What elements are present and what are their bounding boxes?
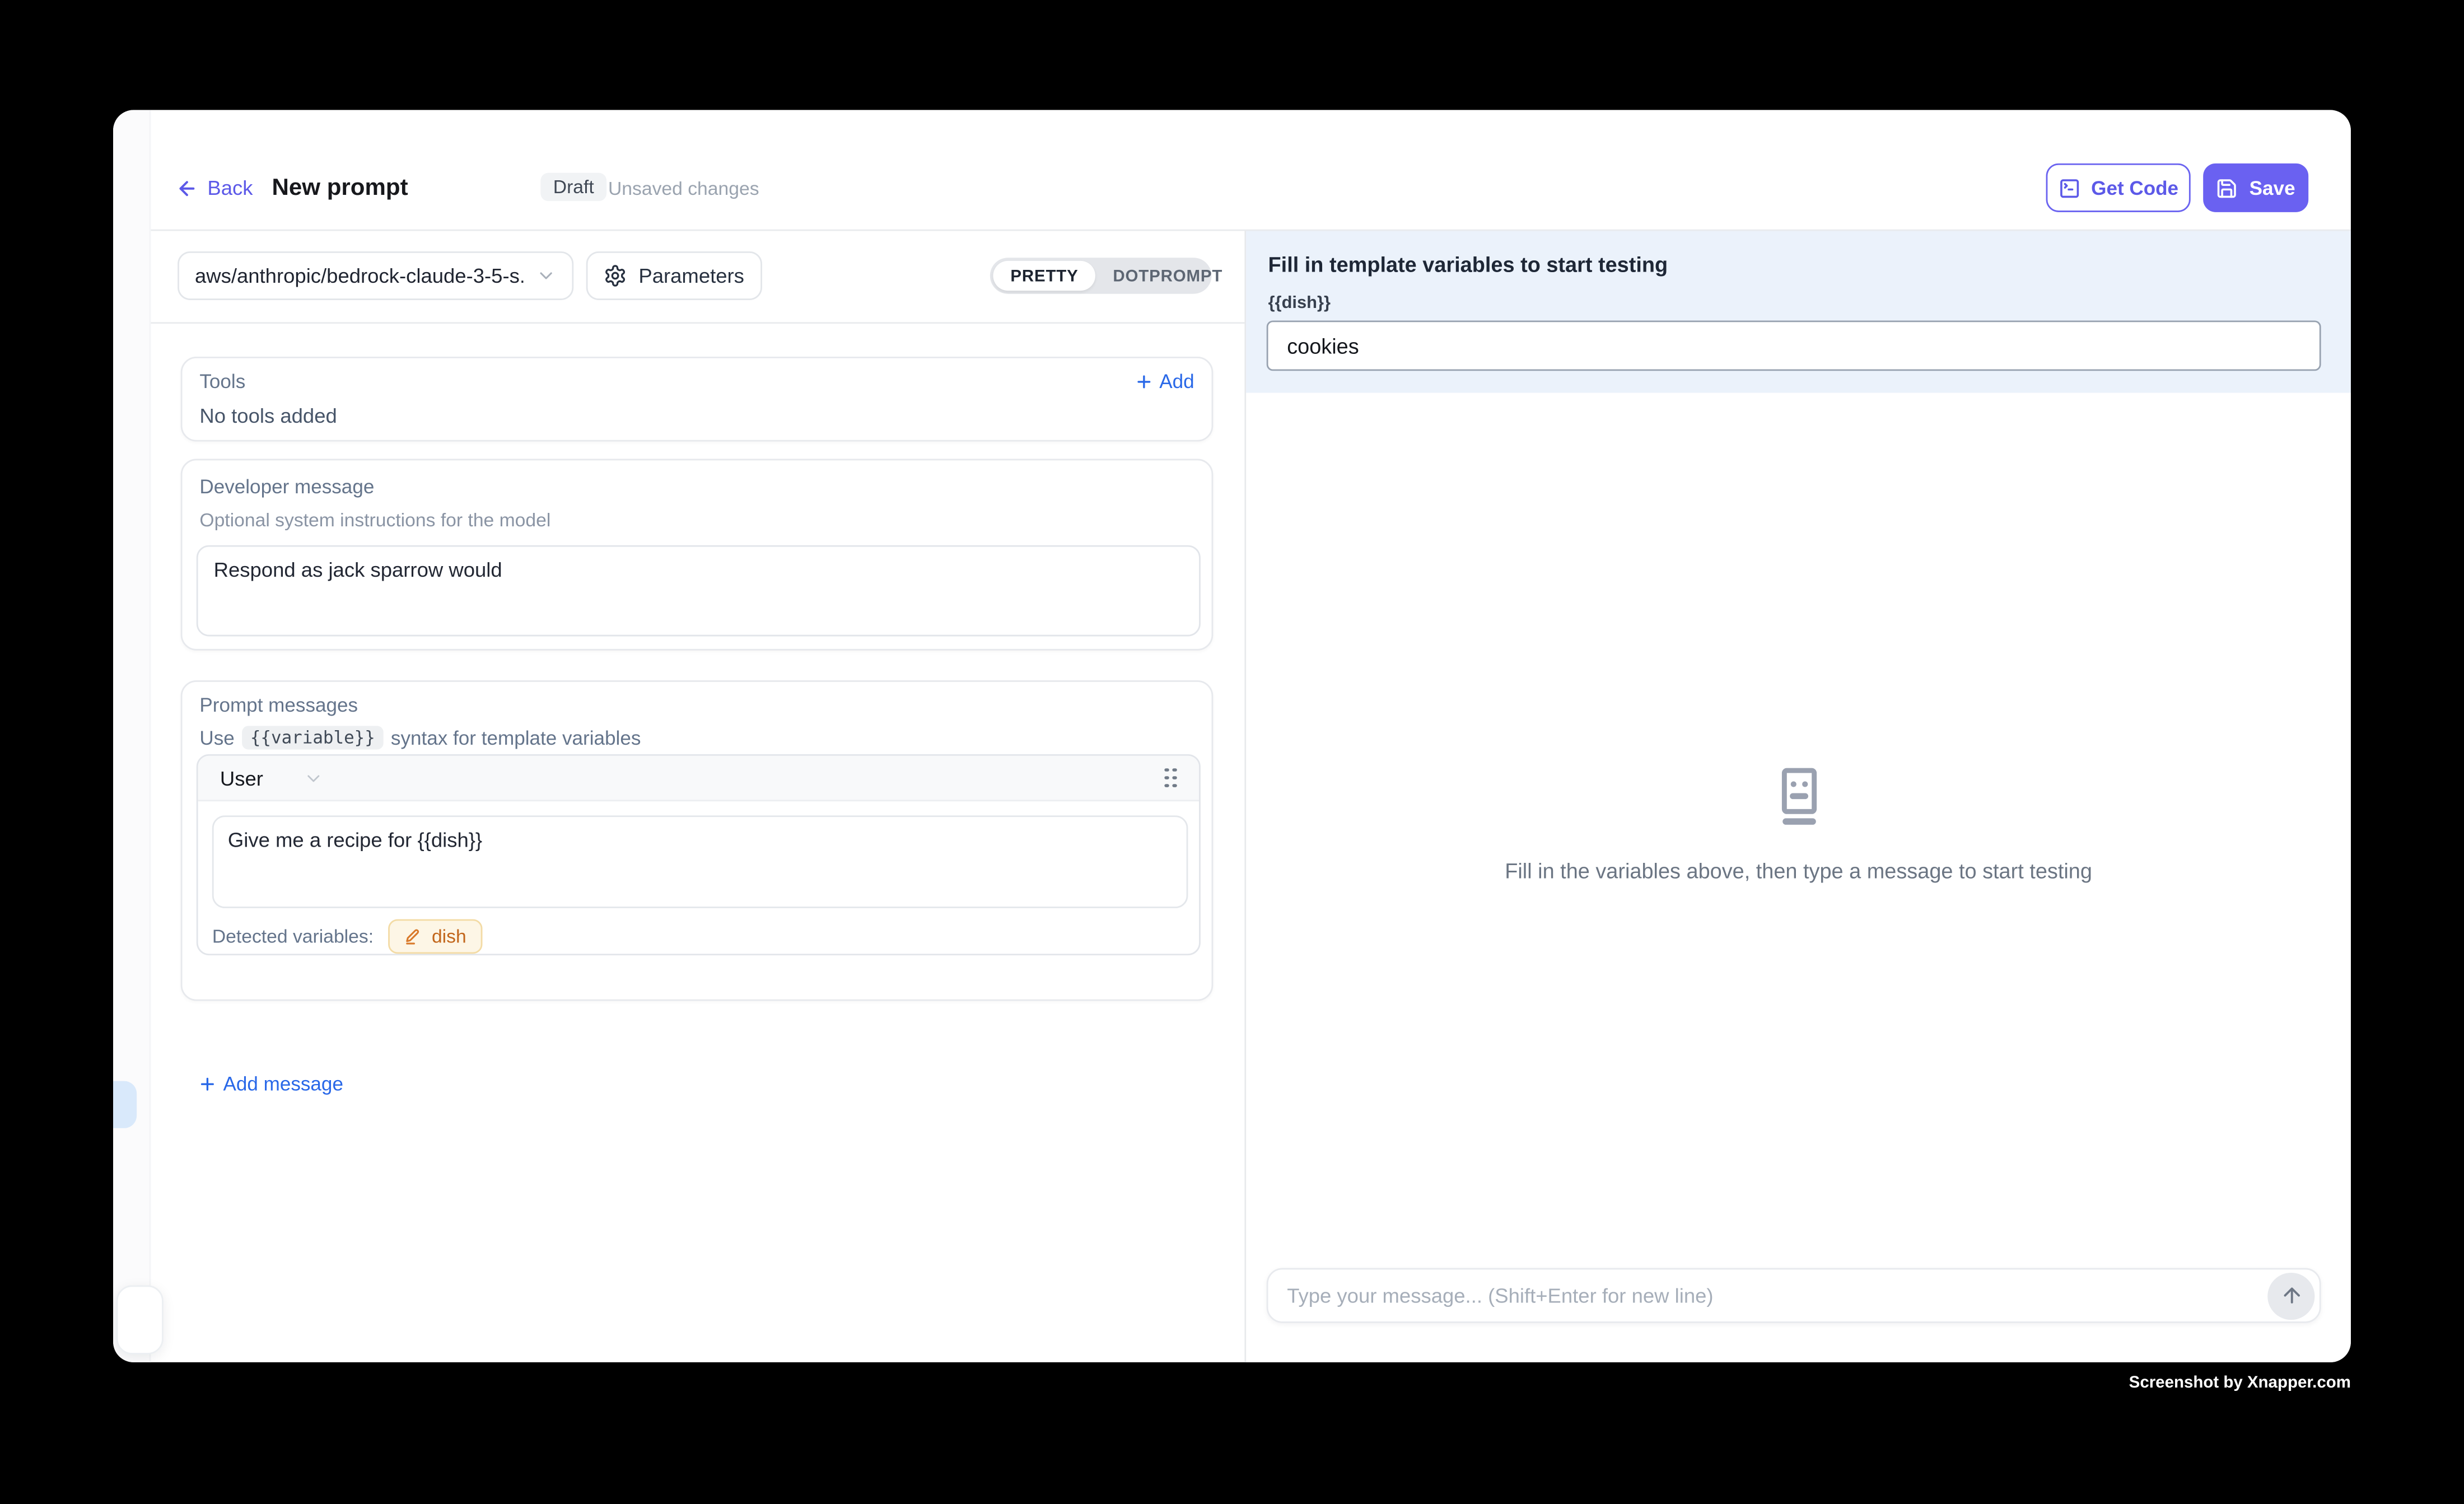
variable-syntax-chip: {{variable}}: [242, 726, 383, 749]
chevron-down-icon: [536, 265, 556, 286]
toggle-dotprompt[interactable]: DOTPROMPT: [1096, 261, 1240, 291]
chat-message-bar: [1267, 1268, 2321, 1323]
developer-message-textarea[interactable]: Respond as jack sparrow would: [197, 545, 1201, 637]
dish-variable-input[interactable]: [1267, 320, 2321, 371]
model-selector[interactable]: aws/anthropic/bedrock-claude-3-5-s...: [178, 251, 573, 300]
developer-message-card: Developer message Optional system instru…: [181, 459, 1214, 650]
robot-face-icon: [1768, 767, 1828, 826]
chat-empty-text: Fill in the variables above, then type a…: [1505, 860, 2092, 883]
save-button[interactable]: Save: [2203, 164, 2308, 212]
hint-prefix: Use: [199, 727, 234, 749]
back-label: Back: [207, 176, 253, 199]
model-selector-value: aws/anthropic/bedrock-claude-3-5-s...: [195, 264, 523, 287]
role-selector[interactable]: User: [220, 766, 324, 790]
screenshot-stage: Back New prompt Draft Unsaved changes Ge…: [0, 0, 2464, 1504]
save-icon: [2216, 177, 2238, 199]
detected-variables-label: Detected variables:: [212, 926, 374, 947]
add-tool-button[interactable]: Add: [1134, 371, 1194, 393]
toolbar-divider: [151, 322, 1244, 324]
dish-variable-label: {{dish}}: [1268, 294, 1331, 313]
hint-suffix: syntax for template variables: [391, 727, 641, 749]
prompt-messages-card: Prompt messages Use {{variable}} syntax …: [181, 680, 1214, 1001]
variable-chip-label: dish: [432, 926, 466, 947]
drag-handle-icon[interactable]: [1164, 768, 1177, 788]
edit-pencil-icon: [403, 927, 422, 946]
message-header: User: [198, 756, 1199, 801]
send-button[interactable]: [2267, 1272, 2314, 1319]
add-message-button[interactable]: Add message: [198, 1073, 343, 1095]
test-panel-heading: Fill in template variables to start test…: [1268, 253, 1668, 277]
chat-test-area: Fill in the variables above, then type a…: [1246, 393, 2351, 1362]
template-variables-panel: Fill in template variables to start test…: [1246, 231, 2351, 393]
arrow-left-icon: [176, 177, 198, 199]
sidebar-popover-card: [116, 1285, 164, 1354]
detected-variables-row: Detected variables: dish: [212, 919, 482, 954]
toggle-pretty[interactable]: PRETTY: [993, 261, 1095, 291]
unsaved-changes-text: Unsaved changes: [608, 178, 759, 199]
save-label: Save: [2250, 177, 2295, 199]
plus-icon: [198, 1075, 217, 1094]
collapsed-sidebar: [113, 110, 151, 1362]
developer-card-title: Developer message: [199, 476, 1194, 498]
developer-card-subtitle: Optional system instructions for the mod…: [199, 509, 1194, 531]
template-syntax-hint: Use {{variable}} syntax for template var…: [199, 726, 1194, 749]
chat-empty-state: Fill in the variables above, then type a…: [1246, 767, 2351, 883]
gear-icon: [604, 264, 628, 287]
add-message-label: Add message: [223, 1073, 343, 1095]
page-title: New prompt: [272, 174, 408, 201]
chevron-down-icon: [304, 768, 324, 788]
get-code-label: Get Code: [2091, 177, 2178, 199]
app-window: Back New prompt Draft Unsaved changes Ge…: [113, 110, 2351, 1362]
variable-chip-dish[interactable]: dish: [388, 919, 482, 954]
user-message-textarea[interactable]: Give me a recipe for {{dish}}: [212, 815, 1188, 908]
status-badge: Draft: [540, 173, 606, 202]
plus-icon: [1134, 372, 1153, 391]
watermark-text: Screenshot by Xnapper.com: [2129, 1374, 2351, 1393]
tools-empty-text: No tools added: [199, 404, 1194, 427]
back-button[interactable]: Back: [176, 176, 253, 199]
prompt-card-title: Prompt messages: [199, 694, 1194, 716]
terminal-square-icon: [2058, 177, 2080, 199]
arrow-up-icon: [2279, 1284, 2303, 1307]
tools-card: Tools Add No tools added: [181, 357, 1214, 442]
tools-card-title: Tools: [199, 371, 245, 393]
view-mode-toggle: PRETTY DOTPROMPT: [990, 258, 1212, 294]
role-value: User: [220, 766, 263, 790]
get-code-button[interactable]: Get Code: [2046, 164, 2191, 212]
message-block: User Give me a recipe for {{dish}} Detec…: [197, 754, 1201, 955]
add-tool-label: Add: [1159, 371, 1194, 393]
parameters-button[interactable]: Parameters: [586, 251, 762, 300]
parameters-label: Parameters: [638, 264, 744, 287]
chat-message-input[interactable]: [1268, 1284, 2268, 1307]
sidebar-active-item[interactable]: [113, 1081, 137, 1128]
